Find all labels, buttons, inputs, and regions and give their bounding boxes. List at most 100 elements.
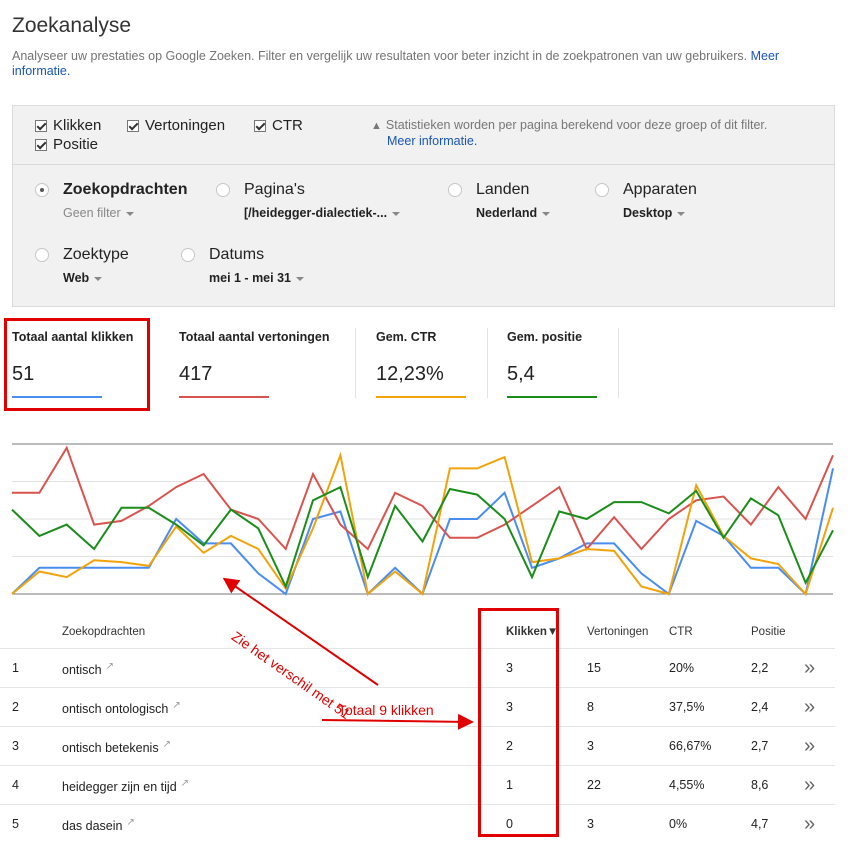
dimension-value[interactable]: Web [63,271,103,285]
row-impressions: 3 [587,817,594,831]
row-position: 2,4 [751,700,769,714]
row-index: 5 [12,817,19,831]
row-position: 2,2 [751,661,769,675]
highlight-box-total-clicks [4,318,150,411]
row-position: 2,7 [751,739,769,753]
caret-down-icon [94,276,103,281]
card-color-line [179,396,269,398]
summary-card-positie[interactable]: Gem. positie 5,4 [495,318,619,408]
dimension-label: Datums [209,246,265,263]
header-ctr[interactable]: CTR [669,626,693,638]
warning-icon: ▲ [371,120,382,132]
row-details-chevron-icon[interactable]: » [804,735,815,758]
header-impressions[interactable]: Vertoningen [587,626,648,638]
header-position[interactable]: Positie [751,626,786,638]
table-header: Zoekopdrachten Klikken▼ Vertoningen CTR … [0,616,835,648]
checkbox-label: Vertoningen [145,117,226,134]
series-line-ctr [11,451,834,596]
row-query[interactable]: ontisch ↗ [62,661,114,677]
row-query[interactable]: ontisch ontologisch ↗ [62,700,181,716]
page-title: Zoekanalyse [12,14,132,37]
row-query[interactable]: das dasein ↗ [62,817,135,833]
checkbox-icon [127,119,139,132]
description-text: Analyseer uw prestaties op Google Zoeken… [12,49,748,63]
series-line-klikken [11,468,834,596]
card-value: 12,23% [376,363,444,385]
row-ctr: 20% [669,661,695,675]
row-details-chevron-icon[interactable]: » [804,696,815,719]
metric-selector: Klikken Vertoningen CTR Positie ▲ Statist… [13,106,834,165]
summary-card-vertoningen[interactable]: Totaal aantal vertoningen 417 [167,318,356,408]
row-details-chevron-icon[interactable]: » [804,813,815,836]
row-index: 3 [12,739,19,753]
row-position: 4,7 [751,817,769,831]
row-ctr: 37,5% [669,700,705,714]
row-index: 1 [12,661,19,675]
row-details-chevron-icon[interactable]: » [804,657,815,680]
external-link-icon[interactable]: ↗ [126,817,134,828]
checkbox-label: CTR [272,117,303,134]
caret-down-icon [677,211,686,216]
row-query[interactable]: heidegger zijn en tijd ↗ [62,778,189,794]
row-details-chevron-icon[interactable]: » [804,774,815,797]
row-ctr: 4,55% [669,778,705,792]
external-link-icon[interactable]: ↗ [106,661,114,672]
external-link-icon[interactable]: ↗ [181,778,189,789]
header-query[interactable]: Zoekopdrachten [62,626,145,638]
row-impressions: 3 [587,739,594,753]
radio-icon [595,183,609,197]
dimension-value[interactable]: mei 1 - mei 31 [209,271,304,285]
row-ctr: 0% [669,817,688,831]
card-value: 417 [179,363,213,385]
caret-down-icon [542,211,551,216]
filter-notice: ▲ Statistieken worden per pagina berekend… [371,118,767,149]
radio-icon [35,248,49,262]
radio-icon [181,248,195,262]
card-label: Gem. CTR [376,330,437,344]
page-description: Analyseer uw prestaties op Google Zoeken… [12,49,832,79]
dimension-label: Apparaten [623,181,697,198]
notice-text: Statistieken worden per pagina berekend … [385,118,768,132]
checkbox-icon [35,138,47,151]
external-link-icon[interactable]: ↗ [172,700,180,711]
card-label: Gem. positie [507,330,583,344]
dimension-value[interactable]: Nederland [476,206,551,220]
radio-icon [448,183,462,197]
checkbox-klikken[interactable]: Klikken [35,117,101,134]
summary-card-ctr[interactable]: Gem. CTR 12,23% [364,318,488,408]
card-divider [355,328,356,398]
dimension-label: Pagina's [244,181,305,198]
dimension-value[interactable]: Desktop [623,206,686,220]
caret-down-icon [125,211,134,216]
series-line-vertoningen [12,445,834,551]
table-row[interactable]: 1 ontisch ↗ 3 15 20% 2,2» [0,648,835,688]
card-divider [487,328,488,398]
card-label: Totaal aantal vertoningen [179,330,330,344]
external-link-icon[interactable]: ↗ [163,739,171,750]
filter-panel: Klikken Vertoningen CTR Positie ▲ Statist… [12,105,835,307]
row-impressions: 22 [587,778,601,792]
series-line-positie [11,485,834,590]
row-index: 2 [12,700,19,714]
table-row[interactable]: 5 das dasein ↗ 0 3 0% 4,7» [0,804,835,844]
caret-down-icon [392,211,401,216]
dimension-value[interactable]: Geen filter [63,206,134,220]
row-index: 4 [12,778,19,792]
card-color-line [507,396,597,398]
checkbox-label: Positie [53,136,99,153]
table-row[interactable]: 3 ontisch betekenis ↗ 2 3 66,67% 2,7» [0,726,835,766]
card-color-line [376,396,466,398]
dimension-value[interactable]: [/heidegger-dialectiek-... [244,206,401,220]
notice-more-info-link[interactable]: Meer informatie. [387,134,477,148]
checkbox-vertoningen[interactable]: Vertoningen [127,117,225,134]
checkbox-ctr[interactable]: CTR [254,117,303,134]
checkbox-positie[interactable]: Positie [35,136,98,153]
row-query[interactable]: ontisch betekenis ↗ [62,739,171,755]
table-row[interactable]: 4 heidegger zijn en tijd ↗ 1 22 4,55% 8,6» [0,765,835,805]
highlight-box-clicks-column [478,608,559,837]
checkbox-icon [35,119,47,132]
checkbox-label: Klikken [53,117,102,134]
dimension-label: Zoektype [63,246,129,263]
checkbox-icon [254,119,266,132]
row-position: 8,6 [751,778,769,792]
